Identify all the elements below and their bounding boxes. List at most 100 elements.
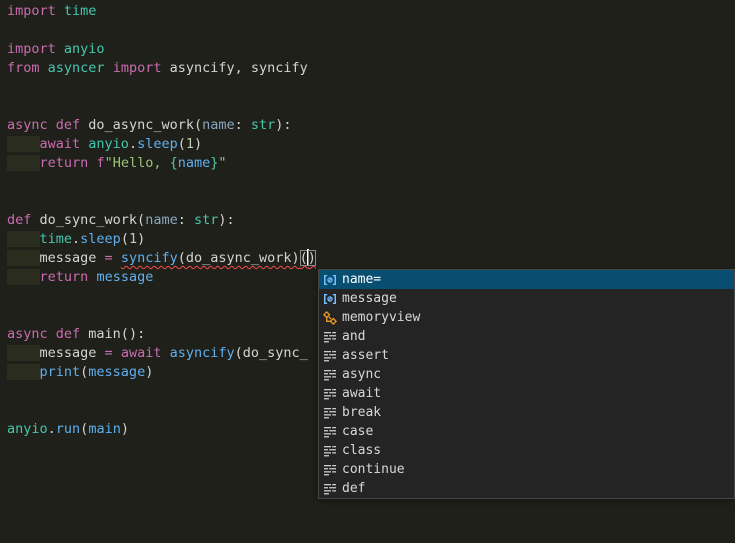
code-line-13[interactable]: time.sleep(1) [7, 230, 735, 249]
code-line-1[interactable]: import time [7, 2, 735, 21]
code-line-5[interactable] [7, 78, 735, 97]
code-token: asyncify, syncify [161, 60, 307, 76]
code-token: ): [218, 212, 234, 228]
code-token: def [56, 326, 80, 342]
code-token: do_sync_work( [31, 212, 145, 228]
suggestion-item[interactable]: memoryview [319, 308, 734, 327]
code-token: str [194, 212, 218, 228]
suggestion-label: break [342, 405, 381, 420]
suggestion-item[interactable]: break [319, 403, 734, 422]
code-token: anyio [88, 136, 129, 152]
code-token: anyio [64, 41, 105, 57]
code-token: message [88, 364, 145, 380]
keyword-icon [322, 481, 338, 497]
suggestion-label: memoryview [342, 310, 420, 325]
indent-guide-highlight [7, 345, 40, 361]
suggestion-item[interactable]: and [319, 327, 734, 346]
suggestion-item[interactable]: message [319, 289, 734, 308]
code-line-9[interactable]: return f"Hello, {name}" [7, 154, 735, 173]
suggestion-item[interactable]: assert [319, 346, 734, 365]
code-token: ) [145, 364, 153, 380]
code-token: ) [121, 421, 129, 437]
class-icon [322, 310, 338, 326]
code-token: ) [194, 136, 202, 152]
error-squiggle-token: syncify [121, 250, 178, 266]
keyword-icon [322, 386, 338, 402]
code-token: 1 [186, 136, 194, 152]
code-line-12[interactable]: def do_sync_work(name: str): [7, 211, 735, 230]
code-token: = [105, 250, 113, 266]
suggestion-item[interactable]: await [319, 384, 734, 403]
code-token: await [121, 345, 162, 361]
code-token: main [88, 421, 121, 437]
code-token [48, 326, 56, 342]
code-token: return [40, 155, 89, 171]
code-token: await [40, 136, 81, 152]
code-line-3[interactable]: import anyio [7, 40, 735, 59]
code-line-11[interactable] [7, 192, 735, 211]
keyword-icon [322, 329, 338, 345]
code-token: asyncer [48, 60, 105, 76]
indent-guide-highlight [7, 136, 40, 152]
code-token: ) [137, 231, 145, 247]
code-token: message [40, 250, 105, 266]
suggestion-label: and [342, 329, 365, 344]
code-token: run [56, 421, 80, 437]
suggestion-item[interactable]: case [319, 422, 734, 441]
bracket-match: ) [308, 250, 316, 266]
suggestion-item[interactable]: class [319, 441, 734, 460]
error-squiggle-token: (do_async_work) [178, 250, 300, 266]
code-token: " [218, 155, 226, 171]
code-token: 1 [129, 231, 137, 247]
code-token: main(): [80, 326, 145, 342]
code-token: : [235, 117, 251, 133]
keyword-icon [322, 443, 338, 459]
code-token: . [129, 136, 137, 152]
indent-guide-highlight [7, 364, 40, 380]
suggestion-item[interactable]: continue [319, 460, 734, 479]
suggestion-item[interactable]: def [319, 479, 734, 498]
code-token: def [56, 117, 80, 133]
code-token: async [7, 117, 48, 133]
keyword-icon [322, 348, 338, 364]
code-line-4[interactable]: from asyncer import asyncify, syncify [7, 59, 735, 78]
code-token: return [40, 269, 89, 285]
code-token [40, 60, 48, 76]
code-token: (do_sync_ [235, 345, 308, 361]
keyword-icon [322, 367, 338, 383]
code-token: message [96, 269, 153, 285]
suggestion-label: continue [342, 462, 405, 477]
suggest-widget[interactable]: name= message memoryview and assert async awai… [318, 269, 735, 499]
indent-guide-highlight [7, 250, 40, 266]
code-token [113, 250, 121, 266]
keyword-icon [322, 405, 338, 421]
code-token [105, 60, 113, 76]
suggestion-label: async [342, 367, 381, 382]
code-token: do_async_work( [80, 117, 202, 133]
code-token: import [7, 3, 56, 19]
code-line-6[interactable] [7, 97, 735, 116]
code-line-8[interactable]: await anyio.sleep(1) [7, 135, 735, 154]
code-line-10[interactable] [7, 173, 735, 192]
variable-icon [322, 272, 338, 288]
keyword-icon [322, 424, 338, 440]
code-token: time [64, 3, 97, 19]
suggestion-label: case [342, 424, 373, 439]
suggestion-label: await [342, 386, 381, 401]
code-token: "Hello, [105, 155, 170, 171]
code-line-14[interactable]: message = syncify(do_async_work)() [7, 249, 735, 268]
code-token: print [40, 364, 81, 380]
code-token [56, 3, 64, 19]
code-token: . [72, 231, 80, 247]
code-token: ): [275, 117, 291, 133]
suggestion-item[interactable]: name= [319, 270, 734, 289]
code-token: = [105, 345, 113, 361]
code-line-2[interactable] [7, 21, 735, 40]
code-line-7[interactable]: async def do_async_work(name: str): [7, 116, 735, 135]
suggestion-item[interactable]: async [319, 365, 734, 384]
code-token: sleep [80, 231, 121, 247]
code-token: def [7, 212, 31, 228]
suggestion-label: name= [342, 272, 381, 287]
code-token: time [40, 231, 73, 247]
code-token: ( [178, 136, 186, 152]
